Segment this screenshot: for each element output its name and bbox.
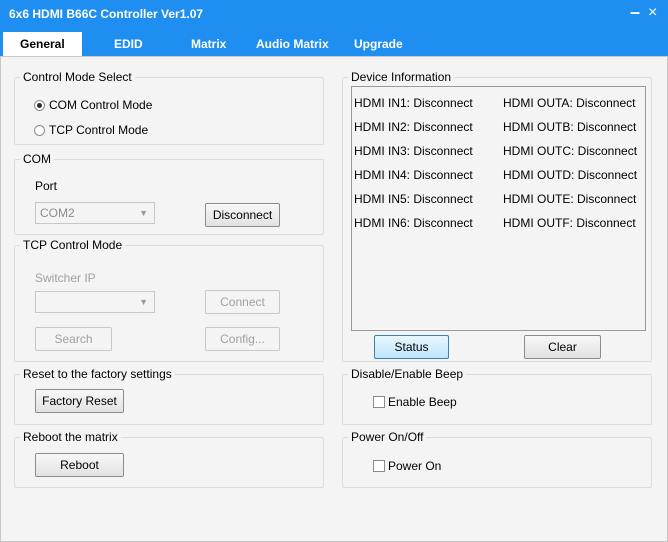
hdmi-outb-status: HDMI OUTB: Disconnect bbox=[503, 120, 637, 134]
beep-group: Disable/Enable Beep Enable Beep bbox=[342, 367, 652, 425]
tab-bar: General EDID Matrix Audio Matrix Upgrade bbox=[0, 28, 668, 56]
config-button[interactable]: Config... bbox=[205, 327, 280, 351]
device-info-legend: Device Information bbox=[348, 70, 455, 84]
hdmi-in4-status: HDMI IN4: Disconnect bbox=[354, 168, 473, 182]
hdmi-in5-status: HDMI IN5: Disconnect bbox=[354, 192, 473, 206]
power-group: Power On/Off Power On bbox=[342, 430, 652, 488]
hdmi-outc-status: HDMI OUTC: Disconnect bbox=[503, 144, 638, 158]
port-value: COM2 bbox=[40, 206, 75, 220]
tab-general[interactable]: General bbox=[3, 32, 82, 56]
control-mode-legend: Control Mode Select bbox=[20, 70, 135, 84]
port-label: Port bbox=[35, 179, 58, 193]
beep-legend: Disable/Enable Beep bbox=[348, 367, 467, 381]
tab-matrix[interactable]: Matrix bbox=[191, 37, 226, 51]
factory-reset-legend: Reset to the factory settings bbox=[20, 367, 175, 381]
window-title: 6x6 HDMI B66C Controller Ver1.07 bbox=[9, 7, 204, 21]
tcp-group: TCP Control Mode Switcher IP ▼ Connect S… bbox=[14, 238, 324, 362]
tab-upgrade[interactable]: Upgrade bbox=[354, 37, 403, 51]
device-info-list: HDMI IN1: Disconnect HDMI IN2: Disconnec… bbox=[351, 86, 646, 331]
title-bar: 6x6 HDMI B66C Controller Ver1.07 – × bbox=[0, 0, 668, 28]
tcp-mode-radio[interactable] bbox=[34, 125, 45, 136]
status-button[interactable]: Status bbox=[374, 335, 449, 359]
com-mode-radio[interactable] bbox=[34, 100, 45, 111]
device-info-group: Device Information HDMI IN1: Disconnect … bbox=[342, 70, 652, 362]
hdmi-oute-status: HDMI OUTE: Disconnect bbox=[503, 192, 637, 206]
minimize-icon[interactable]: – bbox=[630, 2, 640, 23]
search-button[interactable]: Search bbox=[35, 327, 112, 351]
hdmi-in3-status: HDMI IN3: Disconnect bbox=[354, 144, 473, 158]
tab-audio-matrix[interactable]: Audio Matrix bbox=[256, 37, 329, 51]
enable-beep-checkbox[interactable] bbox=[373, 396, 385, 408]
hdmi-in2-status: HDMI IN2: Disconnect bbox=[354, 120, 473, 134]
clear-button[interactable]: Clear bbox=[524, 335, 601, 359]
reboot-legend: Reboot the matrix bbox=[20, 430, 121, 444]
power-legend: Power On/Off bbox=[348, 430, 427, 444]
power-on-label[interactable]: Power On bbox=[388, 459, 441, 473]
com-group: COM Port COM2 ▼ Disconnect bbox=[14, 152, 324, 235]
com-mode-label[interactable]: COM Control Mode bbox=[49, 98, 152, 112]
tcp-mode-label[interactable]: TCP Control Mode bbox=[49, 123, 148, 137]
power-on-checkbox[interactable] bbox=[373, 460, 385, 472]
hdmi-outd-status: HDMI OUTD: Disconnect bbox=[503, 168, 638, 182]
disconnect-button[interactable]: Disconnect bbox=[205, 203, 280, 227]
hdmi-outa-status: HDMI OUTA: Disconnect bbox=[503, 96, 636, 110]
tcp-legend: TCP Control Mode bbox=[20, 238, 126, 252]
factory-reset-button[interactable]: Factory Reset bbox=[35, 389, 124, 413]
chevron-down-icon: ▼ bbox=[139, 297, 148, 307]
switcher-ip-select[interactable]: ▼ bbox=[35, 291, 155, 313]
reboot-group: Reboot the matrix Reboot bbox=[14, 430, 324, 488]
tab-edid[interactable]: EDID bbox=[114, 37, 143, 51]
hdmi-outf-status: HDMI OUTF: Disconnect bbox=[503, 216, 636, 230]
hdmi-in6-status: HDMI IN6: Disconnect bbox=[354, 216, 473, 230]
control-mode-group: Control Mode Select COM Control Mode TCP… bbox=[14, 70, 324, 145]
connect-button[interactable]: Connect bbox=[205, 290, 280, 314]
com-legend: COM bbox=[20, 152, 54, 166]
general-panel: Control Mode Select COM Control Mode TCP… bbox=[0, 56, 668, 542]
switcher-ip-label: Switcher IP bbox=[35, 271, 96, 285]
port-select[interactable]: COM2 ▼ bbox=[35, 202, 155, 224]
enable-beep-label[interactable]: Enable Beep bbox=[388, 395, 457, 409]
factory-reset-group: Reset to the factory settings Factory Re… bbox=[14, 367, 324, 425]
reboot-button[interactable]: Reboot bbox=[35, 453, 124, 477]
hdmi-in1-status: HDMI IN1: Disconnect bbox=[354, 96, 473, 110]
chevron-down-icon: ▼ bbox=[139, 208, 148, 218]
close-icon[interactable]: × bbox=[648, 4, 657, 22]
